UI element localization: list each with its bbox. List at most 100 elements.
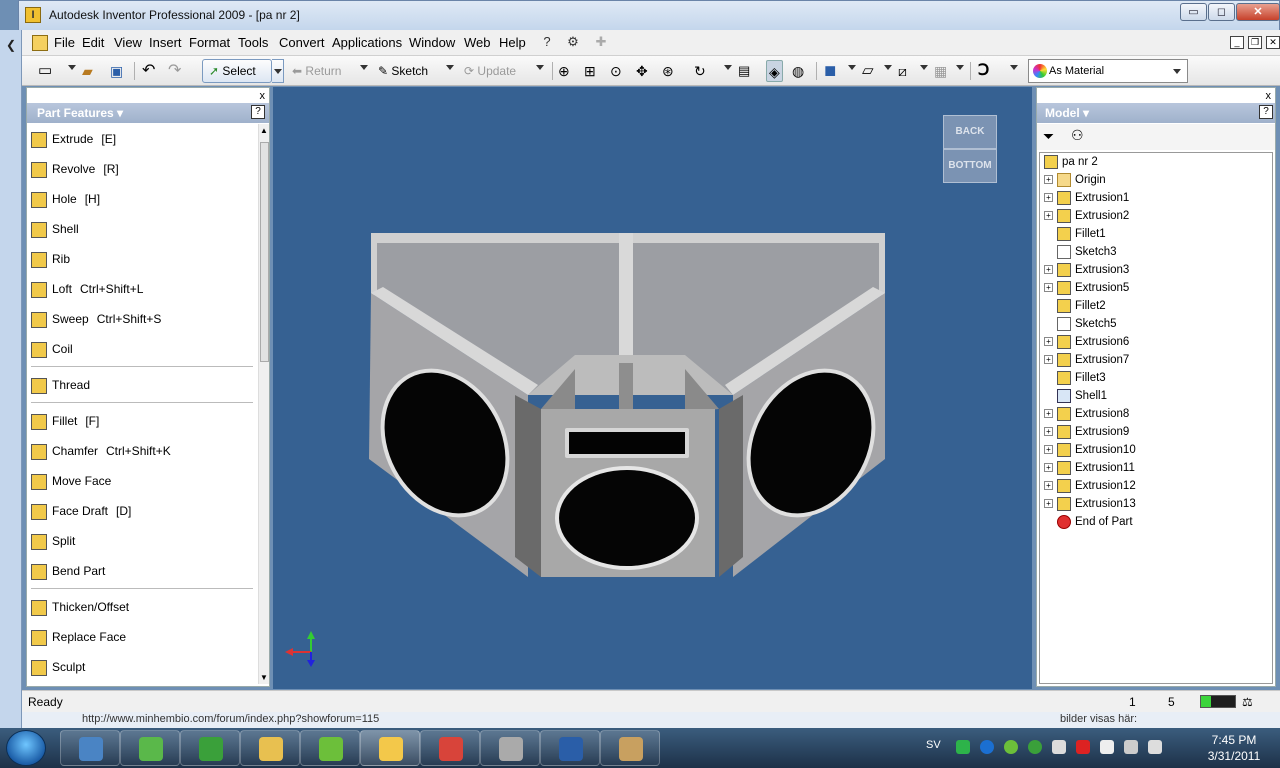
model-browser-header[interactable]: Model ▾ ? [1037,103,1275,123]
select-dropdown[interactable] [272,59,284,83]
sketch-button[interactable]: ✎ Sketch [378,60,428,82]
taskbar-messenger-app[interactable] [120,730,180,766]
tree-node-sketch5[interactable]: Sketch5 [1044,315,1117,333]
feature-split[interactable]: Split [31,530,83,552]
expand-icon[interactable]: + [1044,427,1053,437]
zoom-window-icon[interactable]: ⊞ [584,60,596,82]
language-indicator[interactable]: SV [926,739,941,751]
expand-icon[interactable]: + [1044,175,1053,185]
add-icon[interactable]: ✚ [592,34,610,52]
rotate-dropdown-icon[interactable] [724,65,732,70]
chevron-left-icon[interactable]: ❮ [6,38,16,52]
tree-node-fillet1[interactable]: Fillet1 [1044,225,1106,243]
feature-loft[interactable]: Loft Ctrl+Shift+L [31,278,143,300]
menu-convert[interactable]: Convert [279,35,325,50]
hidden-edge-icon[interactable]: ◍ [792,60,804,82]
open-icon[interactable]: ▰ [82,60,93,82]
left-panel-help-icon[interactable]: ? [251,105,265,119]
menu-web[interactable]: Web [464,35,491,50]
shaded-display-icon[interactable]: ◈ [766,60,783,82]
menu-tools[interactable]: Tools [238,35,268,50]
expand-icon[interactable]: + [1044,445,1053,455]
return-dropdown-icon[interactable] [360,65,368,70]
new-dropdown-icon[interactable] [68,65,76,70]
feature-extrude[interactable]: Extrude [E] [31,128,116,150]
tree-node-extrusion9[interactable]: + Extrusion9 [1044,423,1129,441]
expand-icon[interactable]: + [1044,409,1053,419]
shadow-dropdown-icon[interactable] [956,65,964,70]
expand-icon[interactable]: + [1044,283,1053,293]
tree-node-pa-nr-2[interactable]: pa nr 2 [1044,153,1098,171]
save-icon[interactable]: ▣ [110,60,123,82]
expand-icon[interactable]: + [1044,337,1053,347]
graphics-window[interactable]: BACK BOTTOM [273,87,1032,689]
update-dropdown-icon[interactable] [536,65,544,70]
menu-format[interactable]: Format [189,35,230,50]
filter-icon[interactable]: ⏷ [1043,128,1054,145]
expand-icon[interactable]: + [1044,355,1053,365]
expand-icon[interactable]: + [1044,463,1053,473]
binoculars-icon[interactable]: ⚇ [1071,127,1084,144]
feature-hole[interactable]: Hole [H] [31,188,100,210]
tray-spotify-icon[interactable] [1004,740,1018,754]
expand-icon[interactable]: + [1044,481,1053,491]
taskbar-paint-app[interactable] [600,730,660,766]
expand-icon[interactable]: + [1044,211,1053,221]
undo-icon[interactable]: ↶ [142,60,155,82]
tree-node-extrusion8[interactable]: + Extrusion8 [1044,405,1129,423]
viewcube[interactable]: BACK BOTTOM [943,115,997,185]
return-button[interactable]: ⬅ Return [292,60,341,82]
tree-node-end-of-part[interactable]: End of Part [1044,513,1133,531]
feature-coil[interactable]: Coil [31,338,81,360]
tray-bluetooth-icon[interactable] [980,740,994,754]
doc-restore-button[interactable]: ❐ [1248,36,1262,49]
tray-volume-icon[interactable] [1148,740,1162,754]
zoom-icon[interactable]: ⊙ [610,60,622,82]
new-file-icon[interactable]: ▭ [38,60,52,82]
tree-node-extrusion10[interactable]: + Extrusion10 [1044,441,1136,459]
feature-revolve[interactable]: Revolve [R] [31,158,119,180]
taskbar-media-app[interactable] [480,730,540,766]
right-panel-close-button[interactable]: x [1266,90,1272,102]
tree-node-extrusion11[interactable]: + Extrusion11 [1044,459,1135,477]
document-icon[interactable] [32,35,48,51]
feature-face-draft[interactable]: Face Draft [D] [31,500,131,522]
select-button[interactable]: ➚ Select [202,59,272,83]
material-select[interactable]: As Material [1028,59,1188,83]
scroll-thumb[interactable] [260,142,269,362]
feature-thicken-offset[interactable]: Thicken/Offset [31,596,137,618]
display-mode-icon[interactable]: ◼ [824,60,836,82]
feature-sculpt[interactable]: Sculpt [31,656,93,678]
scroll-up-icon[interactable]: ▲ [260,126,268,135]
scroll-down-icon[interactable]: ▼ [260,673,268,682]
feature-thread[interactable]: Thread [31,374,98,396]
taskbar-word-app[interactable] [540,730,600,766]
redo-icon[interactable]: ↷ [168,60,181,82]
feature-move-face[interactable]: Move Face [31,470,119,492]
tree-node-fillet3[interactable]: Fillet3 [1044,369,1106,387]
tray-ati-icon[interactable] [1076,740,1090,754]
doc-close-button[interactable]: ✕ [1266,36,1280,49]
tray-network-icon[interactable] [1124,740,1138,754]
part-features-header[interactable]: Part Features ▾ ? [27,103,269,123]
expand-icon[interactable]: + [1044,499,1053,509]
right-panel-help-icon[interactable]: ? [1259,105,1273,119]
menu-applications[interactable]: Applications [332,35,402,50]
left-panel-close-button[interactable]: x [260,90,266,102]
menu-insert[interactable]: Insert [149,35,182,50]
zoom-all-icon[interactable]: ⊕ [558,60,570,82]
tree-node-extrusion7[interactable]: + Extrusion7 [1044,351,1129,369]
look-at-icon[interactable]: ▤ [738,60,750,82]
section-dropdown-icon[interactable] [920,65,928,70]
taskbar-explorer-app[interactable] [240,730,300,766]
taskbar-utorrent-app[interactable] [180,730,240,766]
section-icon[interactable]: ⧄ [898,60,907,82]
feature-bend-part[interactable]: Bend Part [31,560,113,582]
tree-node-extrusion12[interactable]: + Extrusion12 [1044,477,1136,495]
tree-node-shell1[interactable]: Shell1 [1044,387,1107,405]
update-button[interactable]: ⟳ Update [464,60,516,82]
tree-node-origin[interactable]: + Origin [1044,171,1106,189]
menu-window[interactable]: Window [409,35,455,50]
feature-replace-face[interactable]: Replace Face [31,626,134,648]
camera-icon[interactable]: ▱ [862,60,874,82]
